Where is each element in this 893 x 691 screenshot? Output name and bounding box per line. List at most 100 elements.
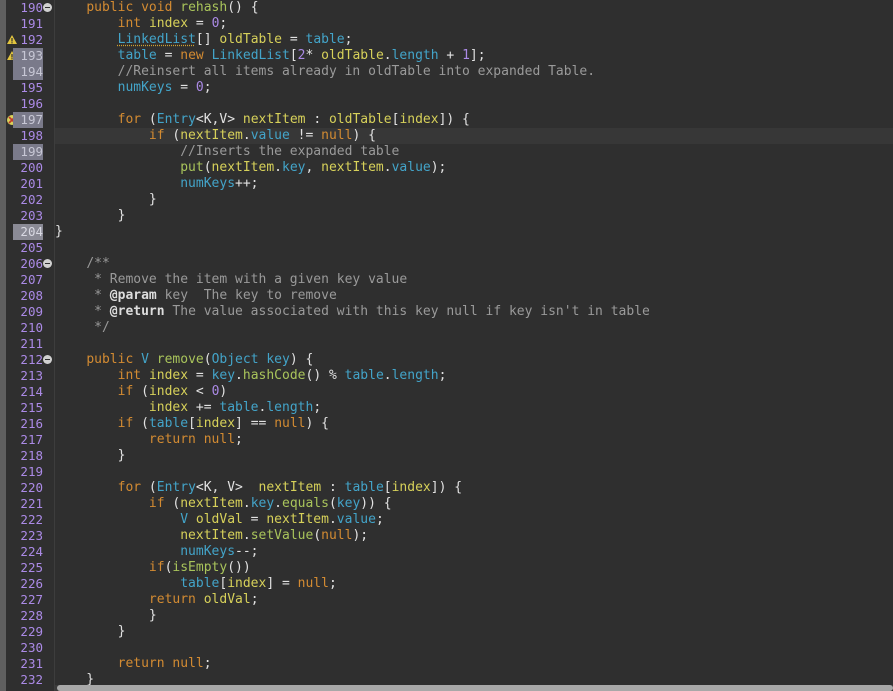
code-line[interactable]: if(isEmpty()) <box>55 560 893 576</box>
line-number-row[interactable]: 229 <box>6 624 54 640</box>
code-line[interactable] <box>55 96 893 112</box>
code-line[interactable]: } <box>55 224 893 240</box>
fold-collapse-icon[interactable] <box>43 3 52 12</box>
code-line[interactable]: numKeys = 0; <box>55 80 893 96</box>
line-number-row[interactable]: 222 <box>6 512 54 528</box>
code-line[interactable]: return null; <box>55 432 893 448</box>
line-number-row[interactable]: 213 <box>6 368 54 384</box>
code-line[interactable]: V oldVal = nextItem.value; <box>55 512 893 528</box>
code-line[interactable]: for (Entry<K,V> nextItem : oldTable[inde… <box>55 112 893 128</box>
code-line[interactable]: index += table.length; <box>55 400 893 416</box>
line-number-row[interactable]: 196 <box>6 96 54 112</box>
code-line[interactable]: //Inserts the expanded table <box>55 144 893 160</box>
code-line[interactable]: } <box>55 208 893 224</box>
code-line[interactable]: //Reinsert all items already in oldTable… <box>55 64 893 80</box>
code-line[interactable] <box>55 240 893 256</box>
line-number-row[interactable]: 232 <box>6 672 54 688</box>
code-line[interactable]: * @param key The key to remove <box>55 288 893 304</box>
code-token: . <box>242 528 251 543</box>
code-line[interactable]: return oldVal; <box>55 592 893 608</box>
line-number-row[interactable]: 194 <box>6 64 54 80</box>
code-token: ( <box>133 416 149 431</box>
horizontal-scrollbar[interactable] <box>55 685 893 691</box>
line-number-row[interactable]: 226 <box>6 576 54 592</box>
code-line[interactable]: if (table[index] == null) { <box>55 416 893 432</box>
line-number-row[interactable]: 218 <box>6 448 54 464</box>
code-token: ); <box>430 160 447 175</box>
line-number-row[interactable]: 193 <box>6 48 54 64</box>
code-line[interactable]: int index = key.hashCode() % table.lengt… <box>55 368 893 384</box>
line-number-row[interactable]: 227 <box>6 592 54 608</box>
code-area[interactable]: public void rehash() { int index = 0; Li… <box>55 0 893 691</box>
line-number-row[interactable]: 211 <box>6 336 54 352</box>
code-line[interactable] <box>55 464 893 480</box>
code-line[interactable]: if (nextItem.value != null) { <box>55 128 893 144</box>
line-number-row[interactable]: 215 <box>6 400 54 416</box>
code-line[interactable]: put(nextItem.key, nextItem.value); <box>55 160 893 176</box>
line-number-row[interactable]: 206 <box>6 256 54 272</box>
code-line[interactable]: numKeys--; <box>55 544 893 560</box>
line-number-row[interactable]: 202 <box>6 192 54 208</box>
line-number-row[interactable]: 190 <box>6 0 54 16</box>
code-token: ; <box>203 656 212 671</box>
line-number-row[interactable]: 228 <box>6 608 54 624</box>
code-line[interactable]: LinkedList[] oldTable = table; <box>55 32 893 48</box>
line-number-row[interactable]: 210 <box>6 320 54 336</box>
line-number-row[interactable]: 221 <box>6 496 54 512</box>
code-token: Entry <box>156 480 196 495</box>
code-line[interactable]: } <box>55 192 893 208</box>
line-number-row[interactable]: 231 <box>6 656 54 672</box>
line-number-row[interactable]: 199 <box>6 144 54 160</box>
code-line[interactable]: } <box>55 608 893 624</box>
code-line[interactable]: for (Entry<K, V> nextItem : table[index]… <box>55 480 893 496</box>
code-line[interactable]: table[index] = null; <box>55 576 893 592</box>
line-number-row[interactable]: 195 <box>6 80 54 96</box>
code-line[interactable]: table = new LinkedList[2* oldTable.lengt… <box>55 48 893 64</box>
fold-collapse-icon[interactable] <box>43 259 52 268</box>
code-line[interactable]: public V remove(Object key) { <box>55 352 893 368</box>
code-line[interactable]: return null; <box>55 656 893 672</box>
line-number-row[interactable]: 204 <box>6 224 54 240</box>
code-editor[interactable]: 190 191 192 193 194 195 196 197 198 199 200 201 202 2… <box>0 0 893 691</box>
horizontal-scroll-thumb[interactable] <box>57 685 893 691</box>
line-number-row[interactable]: 200 <box>6 160 54 176</box>
code-line[interactable]: numKeys++; <box>55 176 893 192</box>
code-line[interactable]: /** <box>55 256 893 272</box>
code-line[interactable] <box>55 640 893 656</box>
line-number-row[interactable]: 220 <box>6 480 54 496</box>
line-number-row[interactable]: 207 <box>6 272 54 288</box>
line-number-row[interactable]: 205 <box>6 240 54 256</box>
line-number-row[interactable]: 214 <box>6 384 54 400</box>
code-line[interactable]: int index = 0; <box>55 16 893 32</box>
line-number-row[interactable]: 216 <box>6 416 54 432</box>
code-line[interactable]: public void rehash() { <box>55 0 893 16</box>
line-number-row[interactable]: 209 <box>6 304 54 320</box>
code-line[interactable]: if (index < 0) <box>55 384 893 400</box>
line-number-row[interactable]: 225 <box>6 560 54 576</box>
code-line[interactable]: } <box>55 448 893 464</box>
line-number-row[interactable]: 212 <box>6 352 54 368</box>
code-line[interactable] <box>55 336 893 352</box>
line-number-row[interactable]: 219 <box>6 464 54 480</box>
line-number-row[interactable]: 208 <box>6 288 54 304</box>
code-line[interactable]: } <box>55 624 893 640</box>
line-number-row[interactable]: 191 <box>6 16 54 32</box>
code-line[interactable]: nextItem.setValue(null); <box>55 528 893 544</box>
code-line[interactable]: if (nextItem.key.equals(key)) { <box>55 496 893 512</box>
line-number-row[interactable]: 217 <box>6 432 54 448</box>
line-number-row[interactable]: 197 <box>6 112 54 128</box>
code-line[interactable]: * Remove the item with a given key value <box>55 272 893 288</box>
code-line[interactable]: */ <box>55 320 893 336</box>
fold-collapse-icon[interactable] <box>43 355 52 364</box>
code-line[interactable]: * @return The value associated with this… <box>55 304 893 320</box>
line-number-row[interactable]: 223 <box>6 528 54 544</box>
line-number-gutter[interactable]: 190 191 192 193 194 195 196 197 198 199 200 201 202 2… <box>6 0 55 691</box>
line-number-row[interactable]: 192 <box>6 32 54 48</box>
line-number-row[interactable]: 230 <box>6 640 54 656</box>
line-number-row[interactable]: 198 <box>6 128 54 144</box>
line-number-row[interactable]: 203 <box>6 208 54 224</box>
line-number-row[interactable]: 201 <box>6 176 54 192</box>
line-number-row[interactable]: 224 <box>6 544 54 560</box>
